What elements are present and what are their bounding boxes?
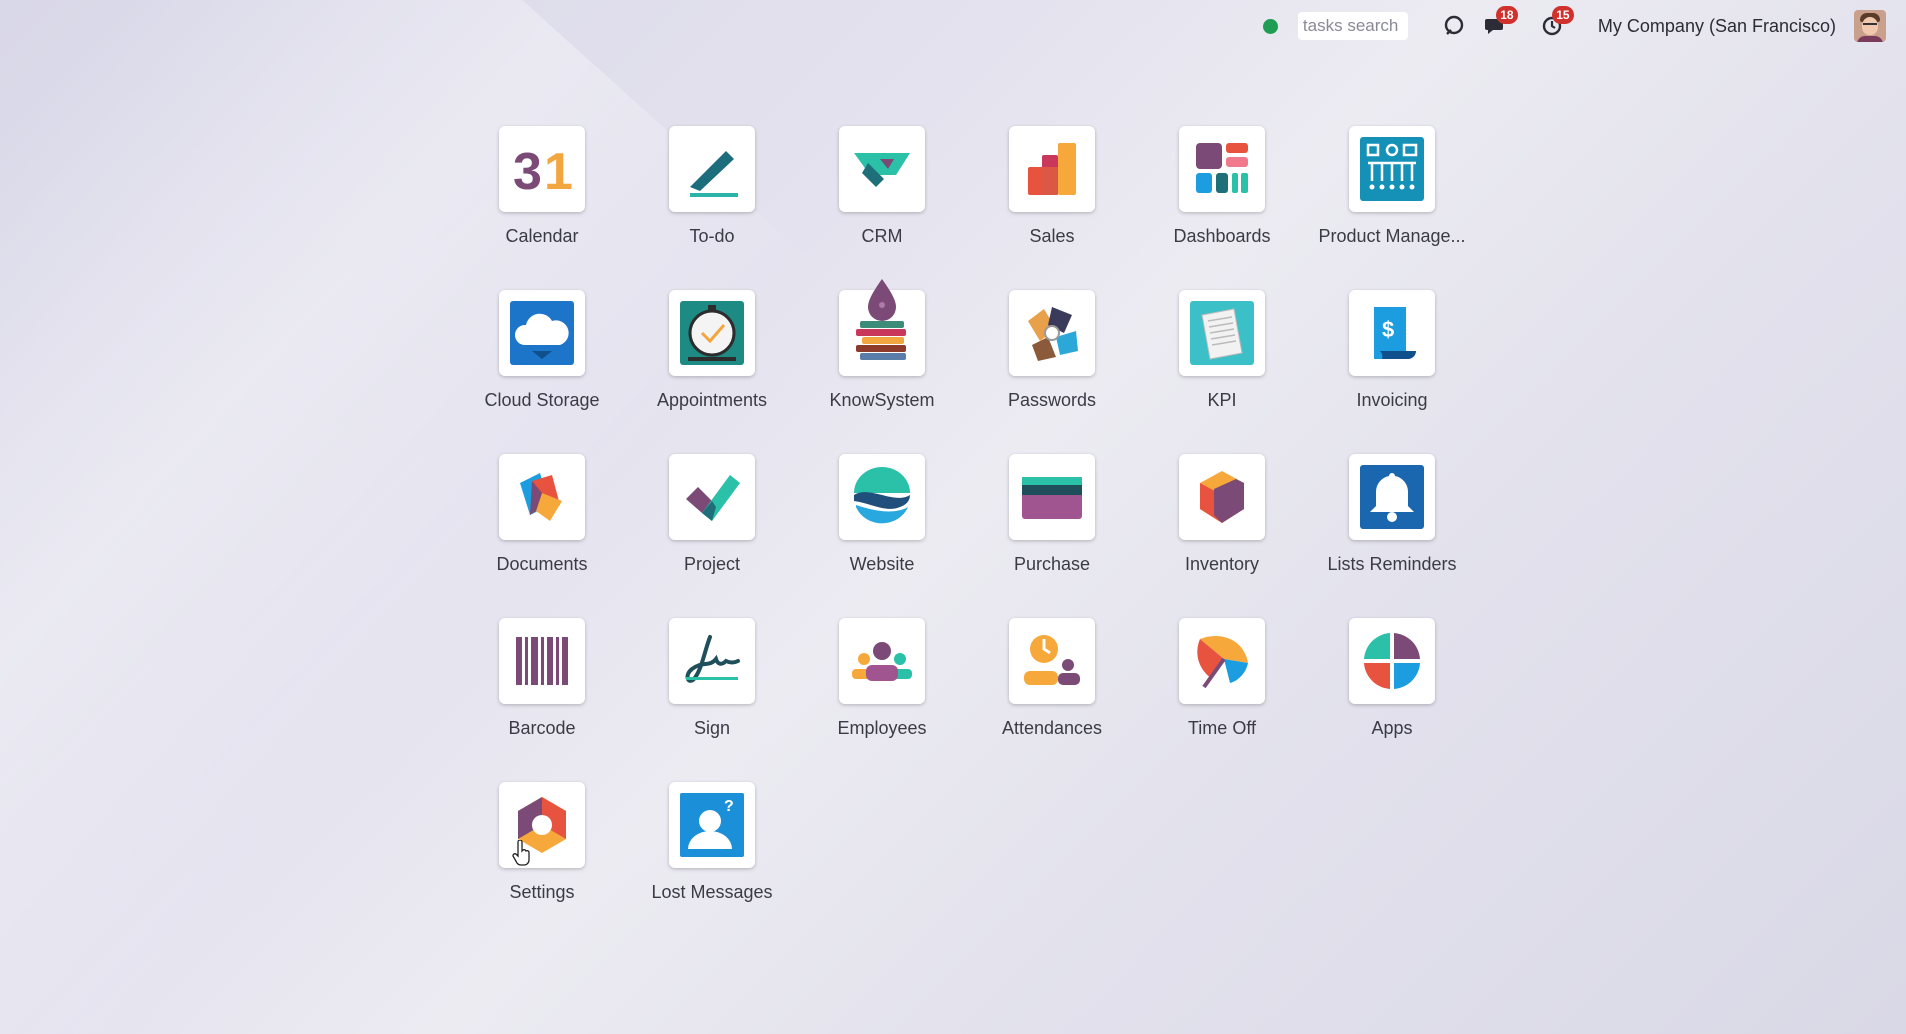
app-lists-reminders[interactable]: Lists Reminders (1307, 454, 1477, 618)
svg-text:?: ? (724, 798, 734, 815)
app-label: Website (849, 554, 915, 574)
app-employees[interactable]: Employees (797, 618, 967, 782)
app-project[interactable]: Project (627, 454, 797, 618)
todo-icon (669, 126, 755, 212)
app-label: KPI (1207, 390, 1237, 410)
voip-phone-icon[interactable] (1440, 12, 1468, 40)
app-label: Project (683, 554, 741, 574)
dashboards-icon (1179, 126, 1265, 212)
invoicing-icon: $ (1349, 290, 1435, 376)
app-website[interactable]: Website (797, 454, 967, 618)
app-label: Lists Reminders (1327, 554, 1457, 574)
app-time-off[interactable]: Time Off (1137, 618, 1307, 782)
app-label: Product Manage... (1318, 226, 1466, 246)
app-attendances[interactable]: Attendances (967, 618, 1137, 782)
inventory-icon (1179, 454, 1265, 540)
app-label: Settings (509, 882, 575, 902)
app-label: CRM (861, 226, 903, 246)
svg-text:$: $ (1382, 317, 1394, 342)
app-kpi[interactable]: KPI (1137, 290, 1307, 454)
crm-icon (839, 126, 925, 212)
app-apps[interactable]: Apps (1307, 618, 1477, 782)
app-label: Passwords (1007, 390, 1097, 410)
user-avatar[interactable] (1854, 10, 1886, 42)
barcode-icon (499, 618, 585, 704)
activities-badge: 15 (1551, 6, 1574, 24)
app-lost-messages[interactable]: ? Lost Messages (627, 782, 797, 946)
app-sales[interactable]: Sales (967, 126, 1137, 290)
app-label: Calendar (505, 226, 579, 246)
time-off-icon (1179, 618, 1265, 704)
app-documents[interactable]: Documents (457, 454, 627, 618)
app-passwords[interactable]: Passwords (967, 290, 1137, 454)
app-label: Lost Messages (651, 882, 773, 902)
employees-icon (839, 618, 925, 704)
app-label: Apps (1371, 718, 1413, 738)
sign-icon (669, 618, 755, 704)
app-label: Attendances (1001, 718, 1103, 738)
app-settings[interactable]: Settings (457, 782, 627, 946)
app-todo[interactable]: To-do (627, 126, 797, 290)
documents-icon (499, 454, 585, 540)
svg-text:3: 3 (513, 143, 542, 201)
app-label: To-do (689, 226, 735, 246)
sales-icon (1009, 126, 1095, 212)
attendances-icon (1009, 618, 1095, 704)
app-label: KnowSystem (829, 390, 935, 410)
app-label: Sales (1029, 226, 1075, 246)
lists-reminders-icon (1349, 454, 1435, 540)
passwords-icon (1009, 290, 1095, 376)
app-cloud-storage[interactable]: Cloud Storage (457, 290, 627, 454)
messages-icon[interactable]: 18 (1482, 6, 1518, 40)
app-label: Purchase (1013, 554, 1091, 574)
app-crm[interactable]: CRM (797, 126, 967, 290)
app-appointments[interactable]: Appointments (627, 290, 797, 454)
app-label: Employees (837, 718, 927, 738)
kpi-icon (1179, 290, 1265, 376)
svg-text:1: 1 (544, 143, 573, 201)
app-purchase[interactable]: Purchase (967, 454, 1137, 618)
knowsystem-icon (839, 279, 925, 376)
app-sign[interactable]: Sign (627, 618, 797, 782)
app-label: Inventory (1184, 554, 1260, 574)
app-label: Time Off (1187, 718, 1256, 738)
product-management-icon (1349, 126, 1435, 212)
calendar-icon: 3 1 (499, 126, 585, 212)
mouse-cursor-icon (512, 839, 532, 871)
online-status-indicator (1262, 18, 1278, 34)
app-label: Dashboards (1173, 226, 1271, 246)
app-label: Appointments (656, 390, 768, 410)
app-label: Barcode (508, 718, 576, 738)
apps-icon (1349, 618, 1435, 704)
app-inventory[interactable]: Inventory (1137, 454, 1307, 618)
app-barcode[interactable]: Barcode (457, 618, 627, 782)
app-dashboards[interactable]: Dashboards (1137, 126, 1307, 290)
activities-clock-icon[interactable]: 15 (1538, 6, 1574, 40)
app-label: Cloud Storage (484, 390, 600, 410)
app-label: Sign (693, 718, 731, 738)
tasks-search-input[interactable] (1297, 12, 1408, 40)
top-bar: 18 15 My Company (San Francisco) (0, 0, 1906, 52)
app-label: Invoicing (1356, 390, 1428, 410)
app-label: Documents (496, 554, 588, 574)
website-icon (839, 454, 925, 540)
app-calendar[interactable]: 3 1 Calendar (457, 126, 627, 290)
messages-badge: 18 (1495, 6, 1518, 24)
app-knowsystem[interactable]: KnowSystem (797, 279, 967, 454)
app-invoicing[interactable]: $ Invoicing (1307, 290, 1477, 454)
company-switcher[interactable]: My Company (San Francisco) (1598, 16, 1836, 37)
purchase-icon (1009, 454, 1095, 540)
app-grid: 3 1 Calendar To-do CRM Sales Dashboards … (457, 126, 1477, 946)
appointments-icon (669, 290, 755, 376)
project-icon (669, 454, 755, 540)
app-product-management[interactable]: Product Manage... (1307, 126, 1477, 290)
cloud-storage-icon (499, 290, 585, 376)
lost-messages-icon: ? (669, 782, 755, 868)
